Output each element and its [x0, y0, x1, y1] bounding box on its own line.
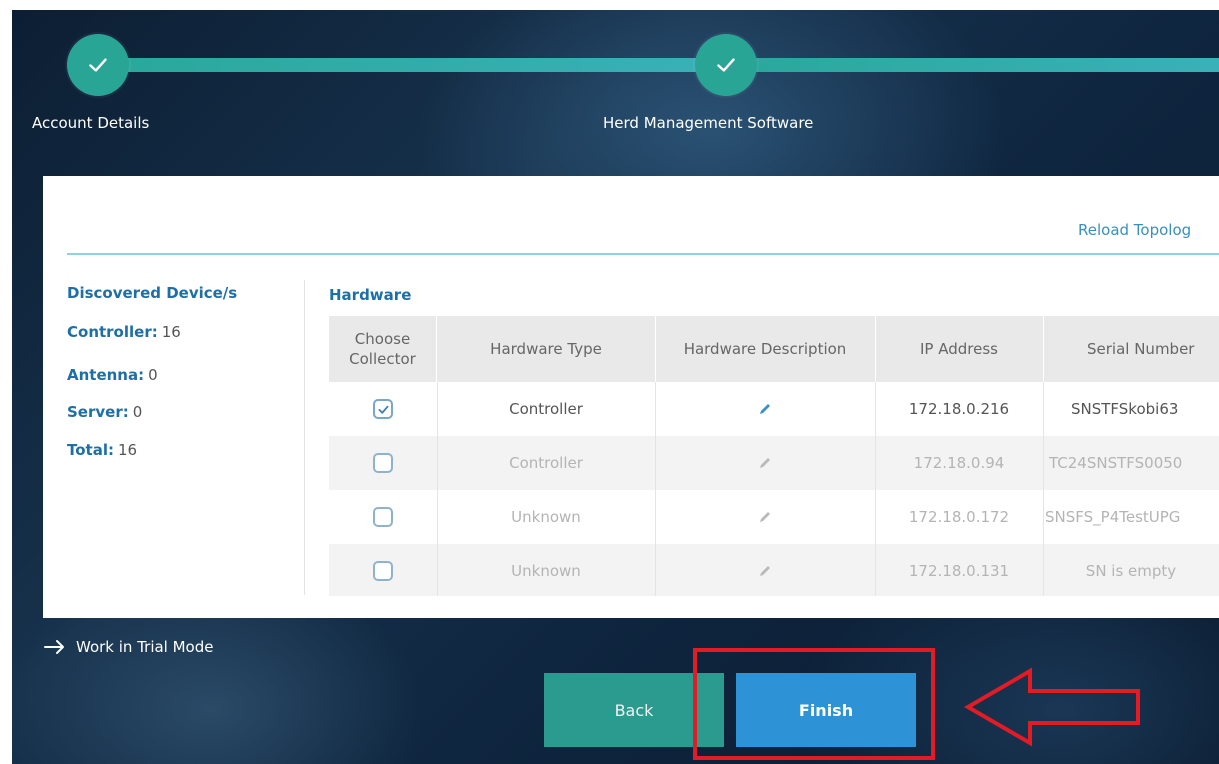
table-row: Controller 172.18.0.216 SNSTFSkobi63 — [329, 382, 1219, 436]
column-header-serial-number: Serial Number — [1087, 340, 1195, 358]
highlight-annotation-box — [693, 648, 935, 760]
ip-address-cell: 172.18.0.94 — [875, 436, 1044, 490]
column-separator — [304, 280, 305, 595]
hardware-description-cell — [655, 544, 876, 596]
table-row: Controller 172.18.0.94 TC24SNSTFS0050 — [329, 436, 1219, 490]
discovered-total-count: Total: 16 — [67, 441, 137, 459]
collector-checkbox[interactable] — [373, 507, 393, 527]
table-row: Unknown 172.18.0.131 SN is empty — [329, 544, 1219, 596]
hardware-type-cell: Controller — [437, 382, 656, 436]
count-label: Antenna: — [67, 366, 145, 384]
collector-checkbox[interactable] — [373, 399, 393, 419]
work-in-trial-mode-link[interactable]: Work in Trial Mode — [44, 638, 213, 656]
hardware-type-cell: Unknown — [437, 544, 656, 596]
column-header-ip-address: IP Address — [875, 316, 1044, 382]
checkmark-icon — [717, 58, 735, 72]
arrow-right-icon — [44, 640, 64, 654]
choose-collector-cell — [329, 436, 438, 490]
stepper-progress-line — [725, 58, 1219, 72]
count-label: Controller: — [67, 323, 158, 341]
step-1-label: Account Details — [32, 114, 150, 132]
pencil-icon[interactable] — [757, 455, 773, 471]
count-label: Total: — [67, 441, 114, 459]
table-row: Unknown 172.18.0.172 SNSFS_P4TestUPG — [329, 490, 1219, 544]
pencil-icon[interactable] — [757, 401, 773, 417]
hardware-type-cell: Unknown — [437, 490, 656, 544]
hardware-description-cell — [655, 436, 876, 490]
serial-number-cell: SNSTFSkobi63 — [1071, 400, 1179, 418]
step-1-complete-circle[interactable] — [67, 34, 129, 96]
ip-address-cell: 172.18.0.131 — [875, 544, 1044, 596]
count-value: 0 — [132, 403, 143, 421]
step-2-complete-circle[interactable] — [695, 34, 757, 96]
reload-topology-link[interactable]: Reload Topolog — [1078, 221, 1191, 239]
hardware-description-cell — [655, 382, 876, 436]
choose-collector-cell — [329, 544, 438, 596]
table-header: Choose Collector Hardware Type Hardware … — [329, 316, 1219, 382]
discovered-devices-title: Discovered Device/s — [67, 284, 238, 302]
ip-address-cell: 172.18.0.216 — [875, 382, 1044, 436]
discovered-antenna-count: Antenna: 0 — [67, 366, 158, 384]
column-header-hardware-type: Hardware Type — [437, 316, 656, 382]
count-value: 0 — [148, 366, 158, 384]
stepper-progress-line — [100, 58, 725, 72]
trial-mode-label: Work in Trial Mode — [76, 638, 214, 656]
column-header-choose-collector: Choose Collector — [329, 316, 437, 382]
red-arrow-annotation-icon — [964, 667, 1140, 747]
serial-number-cell: TC24SNSTFS0050 — [1049, 454, 1183, 472]
hardware-table: Choose Collector Hardware Type Hardware … — [329, 316, 1219, 596]
pencil-icon[interactable] — [757, 509, 773, 525]
discovered-controller-count: Controller: 16 — [67, 323, 181, 341]
hardware-title: Hardware — [329, 286, 412, 304]
serial-number-cell: SN is empty — [1085, 562, 1177, 580]
ip-address-cell: 172.18.0.172 — [875, 490, 1044, 544]
discovered-server-count: Server: 0 — [67, 403, 142, 421]
checkmark-icon — [89, 58, 107, 72]
step-2-label: Herd Management Software — [603, 114, 814, 132]
pencil-icon[interactable] — [757, 563, 773, 579]
column-header-hardware-description: Hardware Description — [655, 316, 876, 382]
collector-checkbox[interactable] — [373, 453, 393, 473]
hardware-type-cell: Controller — [437, 436, 656, 490]
checkmark-icon — [378, 405, 388, 414]
choose-collector-cell — [329, 490, 438, 544]
panel-divider — [67, 253, 1219, 255]
choose-collector-cell — [329, 382, 438, 436]
count-label: Server: — [67, 403, 129, 421]
collector-checkbox[interactable] — [373, 561, 393, 581]
hardware-description-cell — [655, 490, 876, 544]
serial-number-cell: SNSFS_P4TestUPG — [1045, 508, 1181, 526]
count-value: 16 — [117, 441, 138, 459]
count-value: 16 — [161, 323, 181, 341]
